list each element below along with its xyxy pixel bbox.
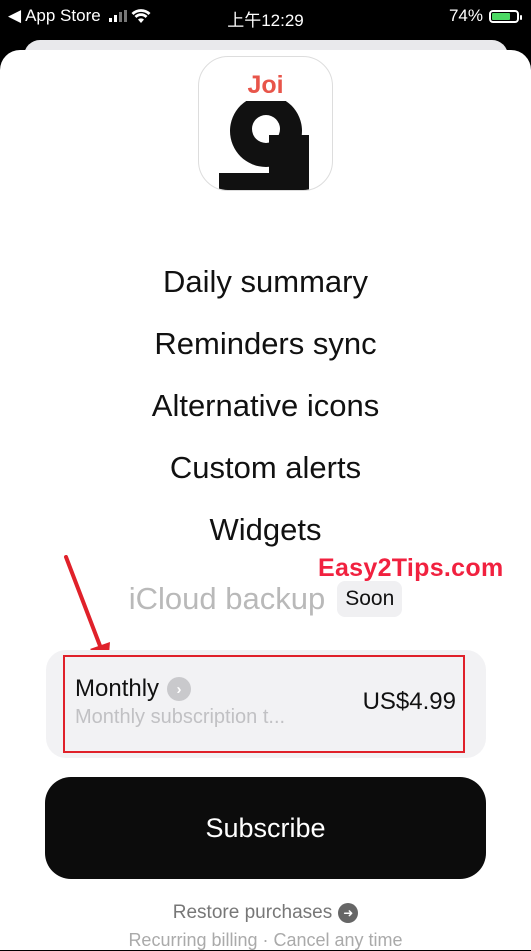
nine-logo-icon bbox=[219, 101, 309, 190]
app-icon-title: Joi bbox=[247, 71, 284, 99]
battery-percent: 74% bbox=[448, 6, 483, 25]
billing-footnote: Recurring billing · Cancel any time bbox=[128, 930, 403, 950]
restore-purchases-link[interactable]: Restore purchases ➜ bbox=[0, 902, 531, 924]
status-bar: ◀ App Store 上午12:29 74% bbox=[0, 0, 531, 32]
chevron-right-icon[interactable]: › bbox=[167, 677, 192, 701]
battery-icon bbox=[489, 9, 522, 23]
plan-price: US$4.99 bbox=[362, 688, 456, 715]
feature-daily-summary: Daily summary bbox=[163, 264, 368, 299]
soon-badge: Soon bbox=[337, 581, 403, 617]
plan-description: Monthly subscription t... bbox=[75, 706, 286, 728]
arrow-right-icon: ➜ bbox=[338, 903, 359, 923]
feature-alternative-icons: Alternative icons bbox=[151, 388, 380, 423]
feature-icloud-backup-label: iCloud backup bbox=[128, 581, 326, 616]
plan-name: Monthly bbox=[75, 675, 160, 702]
feature-custom-alerts: Custom alerts bbox=[169, 450, 362, 485]
watermark: Easy2Tips.com bbox=[318, 554, 504, 582]
subscribe-label: Subscribe bbox=[205, 812, 326, 843]
subscribe-button[interactable]: Subscribe bbox=[45, 777, 486, 879]
feature-reminders-sync: Reminders sync bbox=[154, 326, 377, 361]
app-icon: Joi bbox=[198, 56, 333, 191]
plan-name-row[interactable]: Monthly › bbox=[75, 675, 192, 703]
restore-purchases-label: Restore purchases bbox=[172, 902, 333, 923]
